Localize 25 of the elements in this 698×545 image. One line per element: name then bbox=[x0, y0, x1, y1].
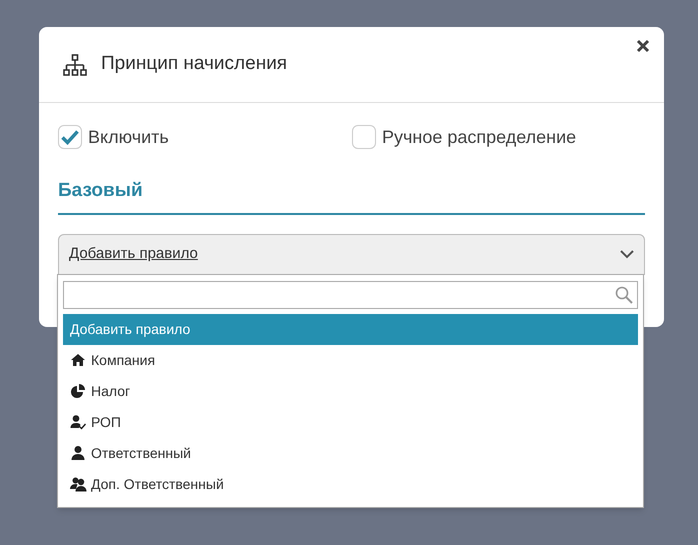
checkbox[interactable] bbox=[352, 125, 376, 149]
search-field[interactable] bbox=[63, 280, 638, 308]
checkbox[interactable] bbox=[58, 125, 82, 149]
checkbox-label: Включить bbox=[88, 126, 169, 148]
dropdown-option[interactable]: Налог bbox=[63, 376, 638, 406]
close-button[interactable] bbox=[636, 39, 650, 53]
dropdown-option[interactable]: Компания bbox=[63, 344, 638, 376]
dropdown-option[interactable]: Добавить правило bbox=[63, 314, 638, 344]
section-heading: Базовый bbox=[58, 177, 645, 214]
rule-select[interactable]: Добавить правило bbox=[58, 234, 645, 274]
user-icon bbox=[70, 445, 87, 461]
dropdown-option[interactable]: Ответственный bbox=[63, 438, 638, 468]
chevron-down-icon bbox=[620, 250, 634, 258]
hierarchy-icon bbox=[63, 54, 87, 76]
pie-chart-icon bbox=[70, 383, 87, 399]
users-icon bbox=[70, 476, 87, 492]
search-icon bbox=[615, 286, 633, 304]
user-check-icon bbox=[70, 414, 87, 430]
dropdown-option[interactable]: РОП bbox=[63, 406, 638, 438]
house-icon bbox=[70, 352, 87, 368]
checkbox-label: Ручное распределение bbox=[382, 126, 576, 149]
close-icon bbox=[636, 39, 650, 53]
dialog-title: Принцип начисления bbox=[101, 52, 288, 76]
dropdown-option[interactable]: Доп. Ответственный bbox=[63, 468, 638, 500]
check-icon bbox=[61, 130, 79, 144]
